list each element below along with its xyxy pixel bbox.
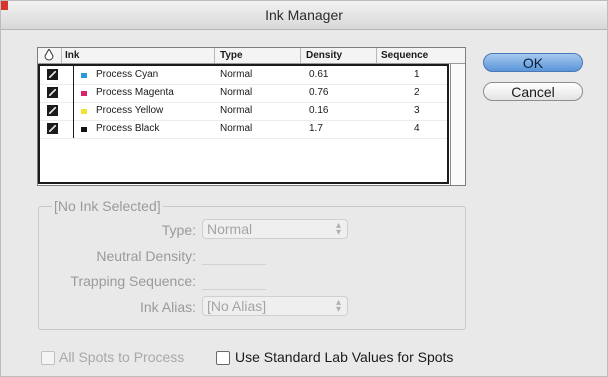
popup-arrows-icon: ▴ ▾ [335,297,341,315]
ink-column-icon [44,47,54,61]
ink-swatch [81,91,87,96]
neutral-density-field[interactable] [202,244,266,265]
header-divider [61,48,62,63]
ink-type: Normal [220,123,253,134]
ink-sequence: 4 [414,123,420,134]
ink-sequence: 1 [414,69,420,80]
use-lab-values-label: Use Standard Lab Values for Spots [235,349,454,365]
ink-name: Process Black [96,123,160,134]
type-select[interactable]: Normal ▴ ▾ [202,219,348,239]
trapping-sequence-field[interactable] [202,269,266,290]
table-row[interactable]: Process Black Normal 1.7 4 [40,120,447,139]
header-divider [300,48,301,63]
window-title: Ink Manager [265,7,343,23]
ink-alias-label: Ink Alias: [139,299,196,315]
ink-sequence: 2 [414,87,420,98]
ink-density: 1.7 [309,123,323,134]
col-density-header[interactable]: Density [306,50,342,61]
neutral-density-label: Neutral Density: [96,248,196,264]
table-header: Ink Type Density Sequence [38,47,465,64]
ink-manager-dialog: Ink Manager Ink Type Density Sequence Pr… [0,0,608,377]
ok-button[interactable]: OK [483,53,583,72]
ink-type-icon[interactable] [47,105,58,116]
ink-swatch [81,73,87,78]
table-row[interactable]: Process Magenta Normal 0.76 2 [40,84,447,103]
type-select-value: Normal [207,221,253,237]
cancel-button[interactable]: Cancel [483,82,583,101]
group-title: [No Ink Selected] [52,198,163,214]
ink-alias-select[interactable]: [No Alias] ▴ ▾ [202,296,348,316]
title-bar: Ink Manager [1,1,607,30]
popup-arrows-icon: ▴ ▾ [335,220,341,238]
ink-alias-value: [No Alias] [207,298,267,314]
all-spots-checkbox[interactable] [41,351,55,365]
ink-name: Process Magenta [96,87,174,98]
all-spots-label: All Spots to Process [59,349,185,365]
ink-type: Normal [220,69,253,80]
ink-type: Normal [220,87,253,98]
header-divider [214,48,215,63]
ink-swatch [81,109,87,114]
ink-density: 0.61 [309,69,329,80]
ink-name: Process Yellow [96,105,164,116]
ink-type-icon[interactable] [47,69,58,80]
col-type-header[interactable]: Type [220,50,243,61]
ink-type-icon[interactable] [47,87,58,98]
ink-type-icon[interactable] [47,123,58,134]
trapping-sequence-label: Trapping Sequence: [70,273,196,289]
ink-density: 0.16 [309,105,329,116]
use-lab-values-checkbox[interactable] [216,351,230,365]
table-row[interactable]: Process Cyan Normal 0.61 1 [40,66,447,85]
ink-type: Normal [220,105,253,116]
ink-name: Process Cyan [96,69,159,80]
ink-table[interactable]: Ink Type Density Sequence Process Cyan N… [37,47,466,186]
col-ink-header[interactable]: Ink [65,50,79,61]
header-divider [376,48,377,63]
col-sequence-header[interactable]: Sequence [381,50,428,61]
type-label: Type: [161,222,196,238]
table-row[interactable]: Process Yellow Normal 0.16 3 [40,102,447,121]
ink-density: 0.76 [309,87,329,98]
ink-sequence: 3 [414,105,420,116]
table-scrollbar[interactable] [450,64,465,185]
convert-column-icon [44,47,54,64]
ink-swatch [81,127,87,132]
